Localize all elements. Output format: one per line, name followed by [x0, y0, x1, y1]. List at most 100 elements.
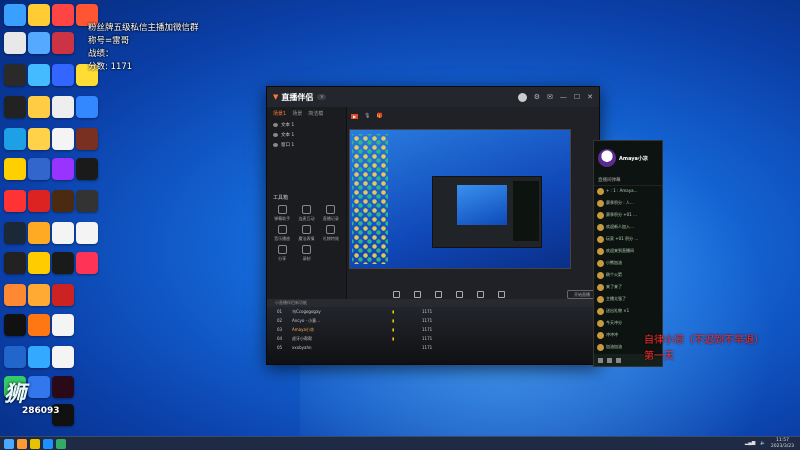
- preview-canvas[interactable]: [349, 129, 571, 269]
- close-icon[interactable]: ✕: [587, 93, 593, 101]
- desktop-icon[interactable]: [28, 128, 50, 150]
- desktop-icon[interactable]: [52, 252, 74, 274]
- tab-scene[interactable]: 场景1: [273, 110, 286, 117]
- gift-icon[interactable]: [607, 357, 612, 363]
- desktop-icon[interactable]: [52, 128, 74, 150]
- app-titlebar[interactable]: ▼ 直播伴侣 v ⚙ ✉ — ☐ ✕: [267, 87, 599, 107]
- desktop-icon[interactable]: [28, 346, 50, 368]
- desktop-icon[interactable]: [28, 314, 50, 336]
- desktop-icon[interactable]: [28, 4, 50, 26]
- image-icon[interactable]: [456, 291, 463, 298]
- desktop-icon[interactable]: [52, 64, 74, 86]
- desktop-icon[interactable]: [52, 158, 74, 180]
- tool-item[interactable]: 礼物特效: [319, 225, 343, 242]
- desktop-icon[interactable]: [4, 158, 26, 180]
- scene-item[interactable]: 文本 1: [267, 130, 346, 140]
- scene-item[interactable]: 文本 1: [267, 120, 346, 130]
- desktop-icon[interactable]: [28, 32, 50, 54]
- speaker-icon[interactable]: [498, 291, 505, 298]
- desktop-icon[interactable]: [4, 4, 26, 26]
- desktop-icon[interactable]: [28, 64, 50, 86]
- desktop-icon[interactable]: [76, 222, 98, 244]
- tool-item[interactable]: 录制: [294, 245, 318, 262]
- desktop-icon[interactable]: [52, 314, 74, 336]
- eye-icon[interactable]: [273, 143, 278, 147]
- table-row[interactable]: 03 Amaya小凉 ▮ 1171: [267, 325, 599, 334]
- eye-icon[interactable]: [273, 123, 278, 127]
- taskbar-app-icon[interactable]: [43, 438, 53, 449]
- taskbar-app-icon[interactable]: [56, 438, 66, 449]
- scene-item[interactable]: 窗口 1: [267, 140, 346, 150]
- desktop-icon[interactable]: [4, 128, 26, 150]
- desktop-icon[interactable]: [28, 222, 50, 244]
- game-capture-icon[interactable]: [435, 291, 442, 298]
- chat-tab[interactable]: 直播间弹幕: [594, 175, 662, 186]
- tab-simple[interactable]: 简洁模: [308, 110, 323, 117]
- desktop-icon[interactable]: [4, 252, 26, 274]
- tool-item[interactable]: 分享: [270, 245, 294, 262]
- desktop-icon[interactable]: [28, 158, 50, 180]
- maximize-icon[interactable]: ☐: [574, 93, 580, 101]
- desktop-icon[interactable]: [76, 96, 98, 118]
- desktop-icon[interactable]: [76, 158, 98, 180]
- avatar[interactable]: [598, 149, 616, 167]
- volume-icon[interactable]: 🔈: [760, 441, 766, 446]
- screen-capture-icon[interactable]: [393, 291, 400, 298]
- list-item: 欢迎来到直播间: [594, 246, 662, 258]
- tool-item[interactable]: 直播记录: [319, 205, 343, 222]
- desktop-icon[interactable]: [4, 96, 26, 118]
- table-row[interactable]: 01 乌Ccogogogay ▮ 1171: [267, 307, 599, 316]
- clock[interactable]: 11:57 2023/3/23: [771, 438, 794, 450]
- settings-icon[interactable]: ⚙: [534, 93, 540, 101]
- desktop-icon[interactable]: [52, 32, 74, 54]
- desktop-icon[interactable]: [4, 314, 26, 336]
- desktop-icon[interactable]: [52, 190, 74, 212]
- desktop-icon[interactable]: [52, 284, 74, 306]
- emoji-icon[interactable]: [598, 357, 603, 363]
- mic-icon[interactable]: 🎙: [364, 113, 370, 119]
- table-row[interactable]: 05 xxxbyahn 1171: [267, 343, 599, 352]
- table-row[interactable]: 04 虎牙小帮帮 ▮ 1171: [267, 334, 599, 343]
- tool-item[interactable]: 音乐播放: [270, 225, 294, 242]
- desktop-icon[interactable]: [52, 222, 74, 244]
- network-icon[interactable]: ▂▄▆: [745, 441, 755, 446]
- desktop-icon[interactable]: [4, 190, 26, 212]
- desktop-icon[interactable]: [4, 32, 26, 54]
- avatar: [597, 236, 604, 243]
- chat-message: 加油加油: [606, 344, 622, 349]
- desktop-icon[interactable]: [76, 252, 98, 274]
- tool-item[interactable]: 连麦互动: [294, 205, 318, 222]
- avatar: [597, 200, 604, 207]
- desktop-icon[interactable]: [28, 252, 50, 274]
- tab-scene[interactable]: 场景: [292, 110, 302, 117]
- desktop-icon[interactable]: [76, 128, 98, 150]
- notice-bar[interactable]: 小直播伴侣新功能: [267, 299, 599, 307]
- desktop-icon[interactable]: [4, 346, 26, 368]
- desktop-icon[interactable]: [28, 96, 50, 118]
- tool-item[interactable]: 弹幕助手: [270, 205, 294, 222]
- share-icon[interactable]: [616, 357, 621, 363]
- desktop-icon[interactable]: [76, 190, 98, 212]
- desktop-icon[interactable]: [28, 190, 50, 212]
- tool-item[interactable]: 魔法表情: [294, 225, 318, 242]
- table-row[interactable]: 02 Ancyo · 小意… ▮ 1171: [267, 316, 599, 325]
- desktop-icon[interactable]: [28, 284, 50, 306]
- start-icon[interactable]: [4, 438, 14, 449]
- desktop-icon[interactable]: [52, 346, 74, 368]
- taskbar-app-icon[interactable]: [30, 438, 40, 449]
- streaming-app-window[interactable]: ▼ 直播伴侣 v ⚙ ✉ — ☐ ✕ 场景1 场景 简洁模 文本 1 文本 1 …: [266, 86, 600, 365]
- chat-message: 来了来了: [606, 284, 622, 289]
- message-icon[interactable]: ✉: [547, 93, 553, 101]
- user-avatar[interactable]: [517, 92, 527, 102]
- desktop-icon[interactable]: [4, 284, 26, 306]
- mic-control-icon[interactable]: [477, 291, 484, 298]
- eye-icon[interactable]: [273, 133, 278, 137]
- camera-icon[interactable]: [414, 291, 421, 298]
- desktop-icon[interactable]: [52, 4, 74, 26]
- desktop-icon[interactable]: [4, 64, 26, 86]
- desktop-icon[interactable]: [52, 96, 74, 118]
- gift-icon[interactable]: 🎁: [376, 113, 382, 119]
- minimize-icon[interactable]: —: [560, 93, 567, 101]
- desktop-icon[interactable]: [4, 222, 26, 244]
- taskbar-app-icon[interactable]: [17, 438, 27, 449]
